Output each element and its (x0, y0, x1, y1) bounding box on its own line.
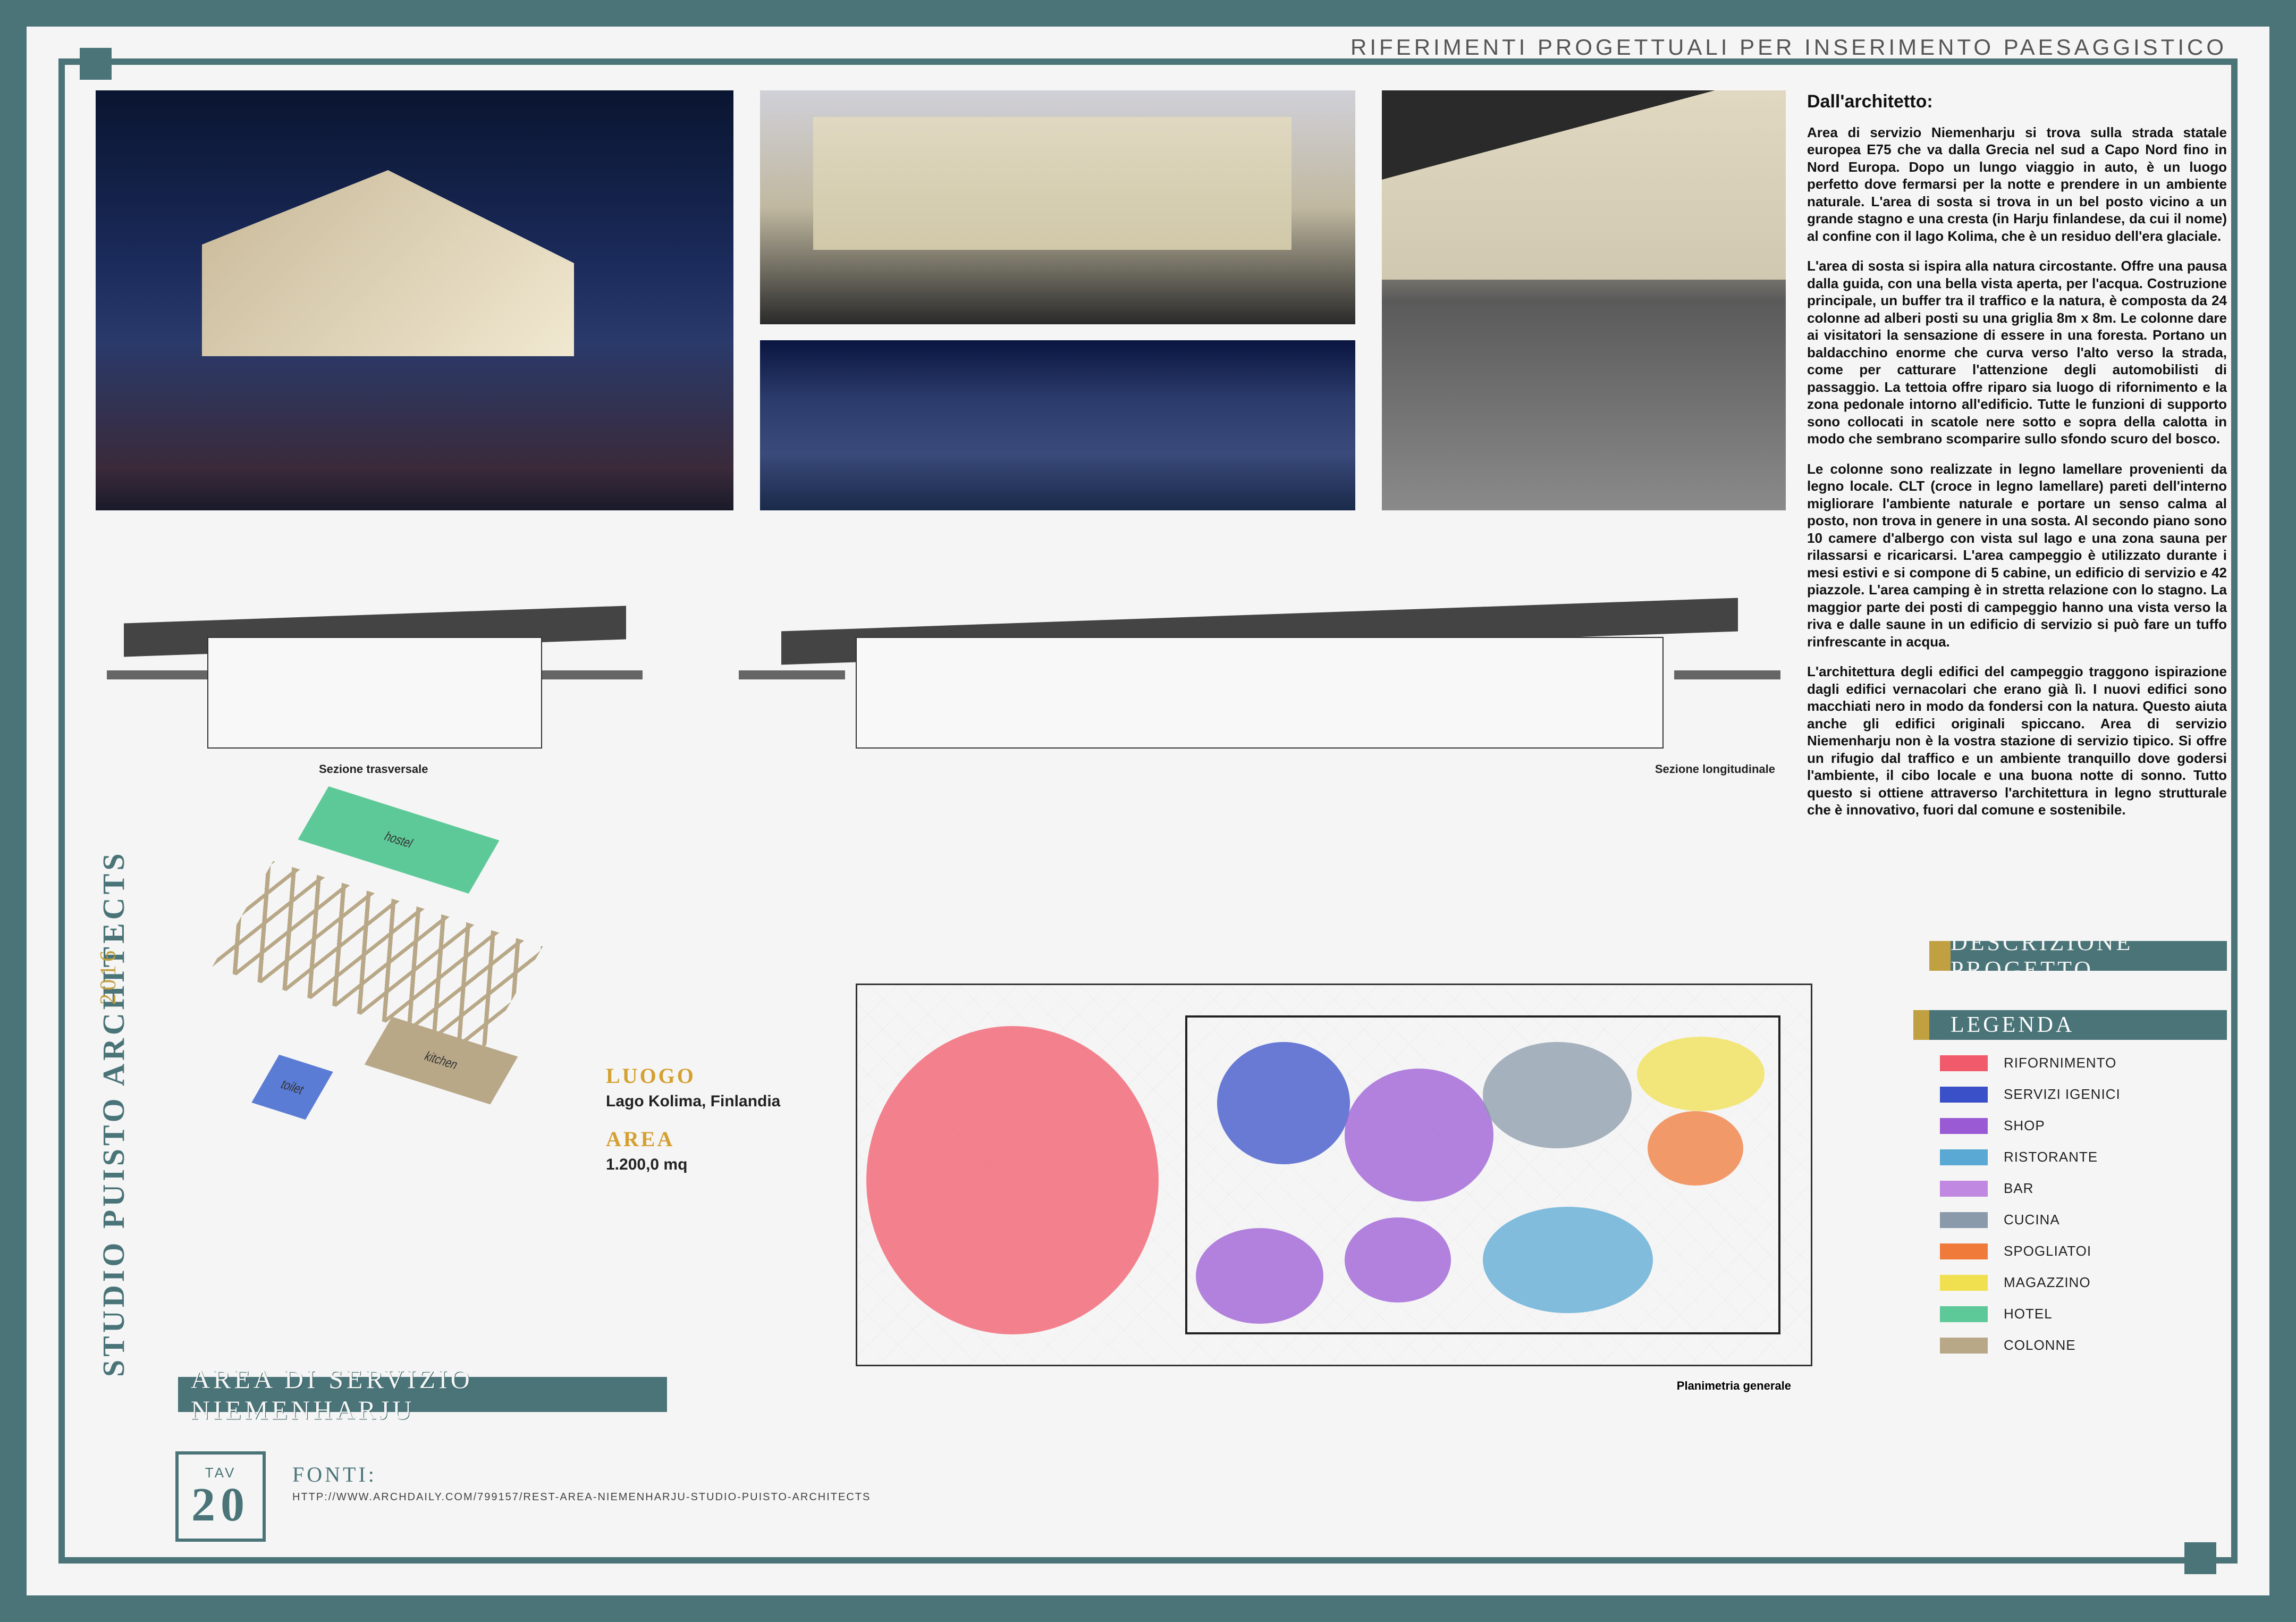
section-longitudinal: Sezione longitudinale (728, 548, 1791, 771)
legend-row: COLONNE (1913, 1337, 2227, 1354)
header-title: RIFERIMENTI PROGETTUALI PER INSERIMENTO … (1350, 35, 2227, 60)
legend-row: CUCINA (1913, 1212, 2227, 1228)
legend-row: HOTEL (1913, 1306, 2227, 1322)
side-year-label: 2016 (96, 947, 121, 1005)
axonometric-diagram: hostel kitchen toilet (165, 797, 617, 1170)
area-label: AREA (606, 1127, 818, 1152)
tav-box: TAV 20 (175, 1451, 266, 1542)
fonti-url: HTTP://WWW.ARCHDAILY.COM/799157/REST-ARE… (292, 1491, 871, 1503)
frame-right (2231, 58, 2238, 1564)
zone-ristorante (1483, 1042, 1632, 1148)
photo-walkway (1382, 90, 1786, 510)
legend-row: SHOP (1913, 1117, 2227, 1134)
section-transverse: Sezione trasversale (96, 548, 654, 771)
legend-swatch (1940, 1212, 1988, 1228)
photo-main-night (96, 90, 733, 510)
page: RIFERIMENTI PROGETTUALI PER INSERIMENTO … (27, 27, 2269, 1595)
axon-column-grid (212, 861, 543, 1053)
fonti-label: FONTI: (292, 1462, 871, 1487)
description-band-label: DESCRIZIONE PROGETTO (1951, 929, 2216, 983)
legend-label: COLONNE (2004, 1337, 2076, 1354)
zone-hotel (1648, 1111, 1743, 1186)
frame-bottom (58, 1557, 2238, 1564)
legend-row: SPOGLIATOI (1913, 1243, 2227, 1259)
zone-shop (1345, 1069, 1493, 1201)
project-title-band: AREA DI SERVIZIO NIEMENHARJU (178, 1377, 667, 1412)
photo-road-night (760, 340, 1355, 510)
axon-toilet: toilet (251, 1055, 333, 1120)
legend-label: SERVIZI IGENICI (2004, 1086, 2121, 1103)
zone-servizi (1217, 1042, 1350, 1164)
text-p3: Le colonne sono realizzate in legno lame… (1807, 460, 2227, 651)
description-text: Dall'architetto: Area di servizio Niemen… (1807, 90, 2227, 831)
project-title: AREA DI SERVIZIO NIEMENHARJU (191, 1364, 654, 1425)
corner-tl (80, 48, 112, 80)
text-heading: Dall'architetto: (1807, 90, 2227, 113)
floor-plan: Planimetria generale (856, 984, 1812, 1366)
legend-swatch (1940, 1338, 1988, 1354)
side-studio-label: STUDIO PUISTO ARCHITECTS (96, 850, 131, 1377)
legend-label: RIFORNIMENTO (2004, 1055, 2116, 1071)
plan-label: Planimetria generale (1677, 1379, 1791, 1393)
legend-swatch (1940, 1149, 1988, 1165)
zone-cucina (1345, 1217, 1451, 1302)
legend-swatch (1940, 1087, 1988, 1103)
legend-label: CUCINA (2004, 1212, 2060, 1228)
zone-bar (1196, 1228, 1323, 1324)
zone-rifornimento (866, 1026, 1159, 1334)
text-p4: L'architettura degli edifici del campegg… (1807, 663, 2227, 819)
legend-swatch (1940, 1118, 1988, 1134)
legend-row: RISTORANTE (1913, 1149, 2227, 1165)
zone-ristorante2 (1483, 1207, 1653, 1313)
text-p2: L'area di sosta si ispira alla natura ci… (1807, 257, 2227, 448)
fonti-block: FONTI: HTTP://WWW.ARCHDAILY.COM/799157/R… (292, 1462, 871, 1503)
luogo-label: LUOGO (606, 1063, 818, 1088)
section-transverse-label: Sezione trasversale (319, 762, 428, 776)
tav-number: 20 (191, 1481, 250, 1529)
luogo-value: Lago Kolima, Finlandia (606, 1092, 818, 1111)
legend-swatch (1940, 1243, 1988, 1259)
zone-magazzino (1637, 1037, 1765, 1111)
legend-swatch (1940, 1275, 1988, 1291)
legend-swatch (1940, 1181, 1988, 1197)
axon-hostel: hostel (298, 786, 500, 894)
text-p1: Area di servizio Niemenharju si trova su… (1807, 124, 2227, 245)
legend-label: BAR (2004, 1180, 2033, 1197)
legend-swatch (1940, 1306, 1988, 1322)
legend-label: SHOP (2004, 1117, 2045, 1134)
description-band: DESCRIZIONE PROGETTO (1929, 941, 2227, 971)
frame-left (58, 58, 65, 1564)
info-block: LUOGO Lago Kolima, Finlandia AREA 1.200,… (606, 1047, 818, 1174)
corner-br (2184, 1542, 2216, 1574)
section-longitudinal-label: Sezione longitudinale (1655, 762, 1775, 776)
legend-swatch (1940, 1055, 1988, 1071)
legend-head: LEGENDA (1913, 1010, 2227, 1040)
legend-title: LEGENDA (1951, 1012, 2074, 1038)
legend-row: RIFORNIMENTO (1913, 1055, 2227, 1071)
legend-label: HOTEL (2004, 1306, 2053, 1322)
legend-label: RISTORANTE (2004, 1149, 2098, 1165)
legend-label: SPOGLIATOI (2004, 1243, 2091, 1259)
legend: LEGENDA RIFORNIMENTO SERVIZI IGENICI SHOP R… (1913, 1010, 2227, 1354)
legend-row: SERVIZI IGENICI (1913, 1086, 2227, 1103)
legend-row: BAR (1913, 1180, 2227, 1197)
legend-row: MAGAZZINO (1913, 1274, 2227, 1291)
legend-label: MAGAZZINO (2004, 1274, 2091, 1291)
area-value: 1.200,0 mq (606, 1156, 818, 1174)
photo-canopy-detail (760, 90, 1355, 324)
